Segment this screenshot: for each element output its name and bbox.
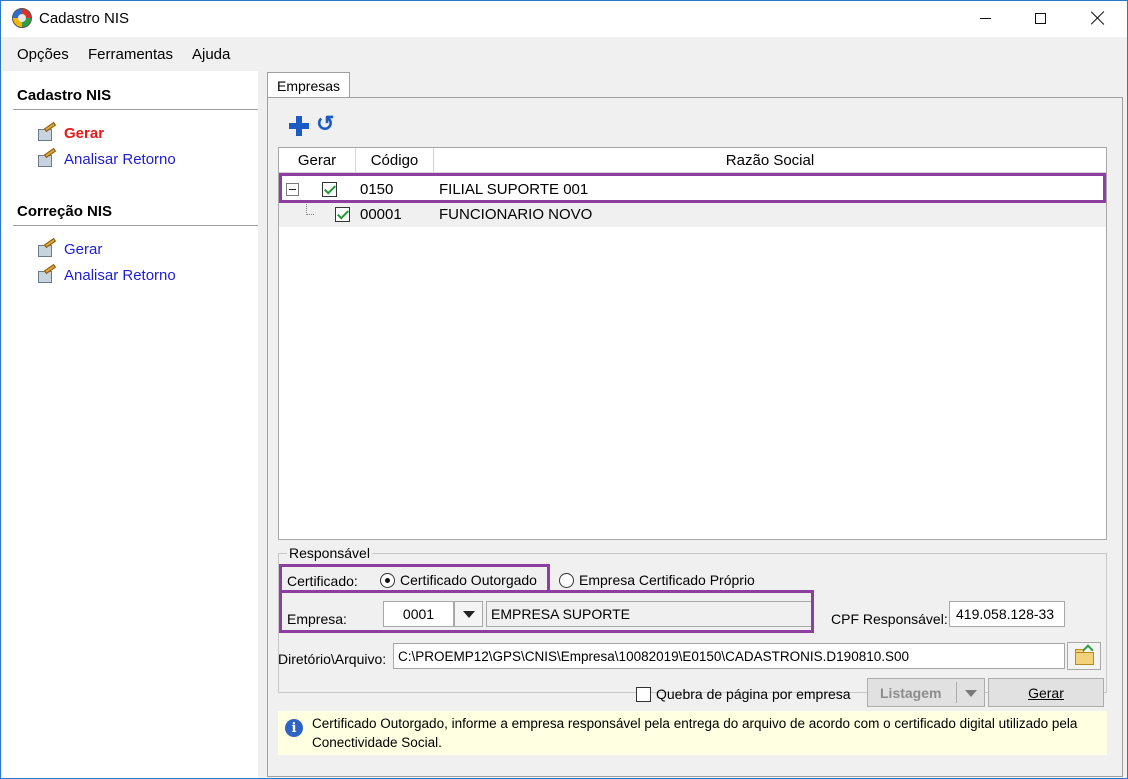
quebra-pagina-label[interactable]: Quebra de página por empresa: [656, 686, 851, 702]
tree-connector: [306, 202, 314, 215]
column-header-gerar[interactable]: Gerar: [279, 148, 356, 173]
app-window: Cadastro NIS Opções Ferramentas Ajuda Ca…: [0, 0, 1128, 779]
responsavel-group-title: Responsável: [287, 545, 372, 561]
window-title: Cadastro NIS: [39, 10, 130, 27]
sidebar-link-correcao-analisar-retorno[interactable]: Analisar Retorno: [36, 263, 176, 285]
radio-empresa-certificado-proprio[interactable]: [559, 573, 574, 588]
close-icon: [1091, 11, 1105, 25]
info-icon: i: [285, 719, 303, 737]
edit-document-icon: [36, 147, 57, 168]
maximize-icon: [1034, 12, 1046, 24]
browse-folder-button[interactable]: [1067, 642, 1101, 670]
sidebar: Cadastro NIS Gerar Analisar Retorno Corr…: [2, 71, 258, 778]
table-row[interactable]: 00001 FUNCIONARIO NOVO: [279, 202, 1106, 227]
sidebar-link-cadastro-gerar[interactable]: Gerar: [36, 121, 105, 143]
listagem-label: Listagem: [880, 685, 942, 701]
highlight-empresa: [279, 590, 814, 633]
section-title-correcao-nis: Correção NIS: [17, 203, 113, 220]
empresa-certificado-proprio-label[interactable]: Empresa Certificado Próprio: [579, 572, 755, 588]
menu-ferramentas[interactable]: Ferramentas: [88, 46, 173, 63]
sidebar-link-correcao-gerar[interactable]: Gerar: [36, 237, 103, 259]
gerar-button[interactable]: Gerar: [988, 678, 1104, 707]
companies-grid: Gerar Código Razão Social 0150 FILIAL SU…: [278, 147, 1107, 540]
sidebar-link-cadastro-analisar-retorno[interactable]: Analisar Retorno: [36, 147, 176, 169]
edit-document-icon: [36, 121, 57, 142]
cpf-responsavel-label: CPF Responsável:: [831, 611, 948, 627]
info-message: i Certificado Outorgado, informe a empre…: [278, 711, 1107, 755]
close-button[interactable]: [1069, 1, 1127, 35]
info-text: Certificado Outorgado, informe a empresa…: [312, 716, 1078, 750]
column-header-razao-social[interactable]: Razão Social: [434, 148, 1106, 173]
menu-opcoes[interactable]: Opções: [17, 46, 69, 63]
maximize-button[interactable]: [1011, 1, 1069, 35]
add-icon[interactable]: [289, 116, 309, 136]
sidebar-link-label: Gerar: [64, 124, 105, 142]
row-name: FUNCIONARIO NOVO: [439, 206, 593, 223]
highlight-certificado: [279, 564, 550, 593]
chevron-down-icon[interactable]: [965, 690, 977, 697]
column-header-codigo[interactable]: Código: [356, 148, 434, 173]
minimize-button[interactable]: [956, 1, 1014, 35]
edit-document-icon: [36, 263, 57, 284]
section-divider: [13, 109, 258, 110]
row-checkbox[interactable]: [335, 207, 350, 222]
menu-bar: Opções Ferramentas Ajuda: [1, 37, 1127, 70]
undo-icon[interactable]: ↺: [316, 113, 340, 135]
sidebar-link-label: Gerar: [64, 240, 103, 258]
quebra-pagina-checkbox[interactable]: [636, 687, 651, 702]
sidebar-link-label: Analisar Retorno: [64, 266, 176, 284]
section-divider: [13, 225, 258, 226]
tab-label: Empresas: [277, 77, 341, 94]
grid-header: Gerar Código Razão Social: [279, 148, 1106, 173]
diretorio-path-input[interactable]: C:\PROEMP12\GPS\CNIS\Empresa\10082019\E0…: [393, 643, 1065, 669]
app-logo-icon: [12, 8, 32, 28]
diretorio-label: Diretório\Arquivo:: [278, 651, 387, 667]
minimize-icon: [979, 17, 991, 19]
listagem-button[interactable]: Listagem: [867, 678, 985, 707]
row-code: 00001: [360, 206, 402, 223]
section-title-cadastro-nis: Cadastro NIS: [17, 87, 112, 104]
tab-empresas[interactable]: Empresas: [267, 72, 351, 98]
highlight-selected-row: [279, 173, 1106, 203]
split-separator: [956, 682, 957, 703]
cpf-responsavel-input[interactable]: 419.058.128-33: [949, 601, 1065, 627]
sidebar-link-label: Analisar Retorno: [64, 150, 176, 168]
edit-document-icon: [36, 237, 57, 258]
title-bar: Cadastro NIS: [1, 1, 1127, 37]
menu-ajuda[interactable]: Ajuda: [192, 46, 230, 63]
gerar-button-label: Gerar: [1028, 684, 1064, 701]
